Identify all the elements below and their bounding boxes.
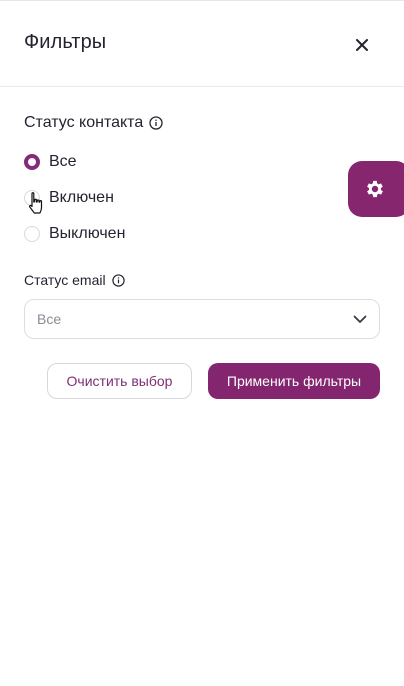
contact-status-label: Статус контакта [24, 114, 163, 132]
info-icon[interactable] [149, 116, 163, 130]
radio-option-all[interactable]: Все [24, 153, 77, 171]
radio-label-all: Все [49, 153, 77, 170]
filter-panel: Фильтры Статус контакта Все Включен Выкл… [0, 0, 404, 686]
email-status-text: Статус email [24, 272, 106, 288]
panel-header: Фильтры [0, 1, 404, 87]
radio-button-disabled[interactable] [24, 226, 40, 242]
clear-selection-button[interactable]: Очистить выбор [47, 363, 192, 399]
email-status-value: Все [37, 311, 62, 327]
contact-status-text: Статус контакта [24, 114, 144, 131]
radio-option-disabled[interactable]: Выключен [24, 225, 125, 243]
settings-button[interactable] [348, 161, 404, 217]
panel-title: Фильтры [24, 31, 107, 53]
chevron-down-icon [353, 315, 367, 324]
gear-icon [367, 180, 383, 198]
apply-filters-button[interactable]: Применить фильтры [208, 363, 380, 399]
email-status-label: Статус email [24, 272, 125, 288]
radio-button-all[interactable] [24, 154, 40, 170]
radio-label-enabled: Включен [49, 189, 114, 206]
hand-cursor-icon [26, 191, 46, 217]
email-status-select[interactable]: Все [24, 299, 380, 339]
close-button[interactable] [352, 35, 372, 55]
info-icon[interactable] [111, 273, 125, 287]
close-icon [356, 39, 368, 51]
radio-label-disabled: Выключен [49, 225, 126, 242]
